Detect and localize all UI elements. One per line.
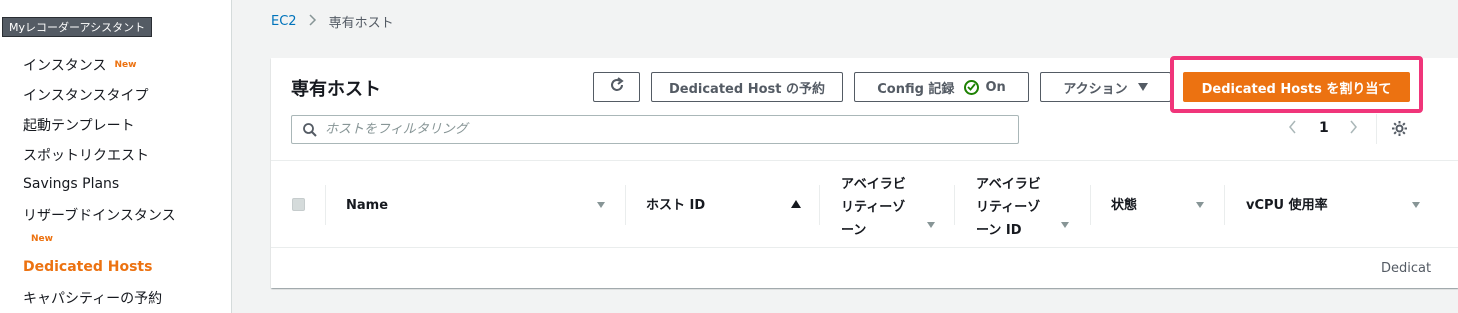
allocate-dedicated-hosts-button[interactable]: Dedicated Hosts を割り当て — [1183, 72, 1410, 102]
next-page-button[interactable] — [1349, 120, 1358, 138]
sidebar-item-label: インスタンス — [23, 58, 107, 74]
column-header-availability-zone[interactable]: アベイラビリティーゾーン — [841, 173, 915, 242]
prev-page-button[interactable] — [1288, 120, 1297, 138]
column-header-availability-zone-id[interactable]: アベイラビリティーゾーン ID — [976, 173, 1050, 242]
sidebar-item-instances[interactable]: インスタンス New — [23, 55, 136, 75]
search-input[interactable] — [325, 122, 1005, 137]
column-header-host-id[interactable]: ホスト ID — [646, 194, 705, 217]
settings-gear-icon[interactable] — [1391, 120, 1408, 141]
column-divider — [625, 185, 626, 225]
recorder-assistant-tooltip: Myレコーダーアシスタント — [2, 17, 153, 37]
sidebar-nav: インスタンス New インスタンスタイプ 起動テンプレート スポットリクエスト S… — [0, 0, 232, 313]
refresh-icon — [608, 76, 626, 98]
column-divider — [1224, 185, 1225, 225]
breadcrumb-current: 専有ホスト — [328, 16, 394, 31]
breadcrumb: EC2 専有ホスト — [271, 12, 394, 31]
actions-dropdown[interactable]: アクション — [1040, 72, 1171, 102]
sort-caret-icon[interactable] — [597, 202, 605, 208]
caret-down-icon — [1137, 83, 1148, 91]
column-divider — [1090, 185, 1091, 225]
sidebar-item-capacity-reservations[interactable]: キャパシティーの予約 — [23, 288, 162, 308]
current-page[interactable]: 1 — [1319, 120, 1329, 136]
sort-caret-icon[interactable] — [1061, 222, 1069, 228]
column-divider — [325, 185, 326, 225]
column-header-state[interactable]: 状態 — [1111, 194, 1137, 217]
new-badge: New — [31, 234, 53, 244]
breadcrumb-ec2-link[interactable]: EC2 — [271, 14, 297, 29]
refresh-button[interactable] — [593, 72, 640, 102]
column-divider — [819, 185, 820, 225]
host-filter-search[interactable] — [291, 115, 1019, 144]
sidebar-item-label: スポットリクエスト — [23, 148, 149, 164]
sidebar-item-spot-requests[interactable]: スポットリクエスト — [23, 145, 149, 165]
column-header-vcpu-usage[interactable]: vCPU 使用率 — [1246, 194, 1328, 217]
sort-caret-icon[interactable] — [1196, 202, 1204, 208]
pager-divider — [1376, 114, 1377, 144]
column-divider — [954, 185, 955, 225]
sidebar-item-label: 起動テンプレート — [23, 118, 135, 134]
column-header-name[interactable]: Name — [346, 194, 388, 217]
sort-caret-icon[interactable] — [1412, 202, 1420, 208]
config-label: Config 記録 — [877, 81, 955, 97]
sidebar-item-launch-templates[interactable]: 起動テンプレート — [23, 115, 135, 135]
sidebar-item-label: キャパシティーの予約 — [23, 291, 163, 307]
table-header: Name ホスト ID アベイラビリティーゾーン アベイラビリティーゾーン ID… — [271, 160, 1458, 248]
sidebar-item-dedicated-hosts[interactable]: Dedicated Hosts — [23, 259, 152, 275]
sidebar-item-label: Savings Plans — [23, 176, 120, 192]
sidebar-item-label: Dedicated Hosts — [23, 259, 153, 275]
table-row-partial-text: Dedicat — [1381, 261, 1432, 276]
actions-label: アクション — [1063, 81, 1128, 97]
check-circle-icon — [964, 79, 980, 95]
sort-caret-icon[interactable] — [927, 222, 935, 228]
sidebar-item-label: リザーブドインスタンス — [23, 208, 176, 224]
sidebar-item-savings-plans[interactable]: Savings Plans — [23, 176, 119, 192]
sidebar-item-label: インスタンスタイプ — [23, 88, 149, 104]
sort-ascending-icon[interactable] — [791, 200, 801, 208]
config-record-button[interactable]: Config 記録 On — [854, 72, 1029, 102]
page-title: 専有ホスト — [291, 79, 381, 100]
sidebar-item-instance-types[interactable]: インスタンスタイプ — [23, 85, 148, 105]
config-state: On — [985, 79, 1006, 95]
reserve-dedicated-host-button[interactable]: Dedicated Host の予約 — [651, 72, 843, 102]
dedicated-hosts-panel: 専有ホスト Dedicated Host の予約 Config 記録 On アク… — [271, 56, 1458, 288]
new-badge-row: New — [31, 232, 53, 248]
sidebar-item-reserved-instances[interactable]: リザーブドインスタンス — [23, 205, 176, 225]
search-icon — [303, 122, 317, 137]
chevron-right-icon — [309, 13, 317, 30]
new-badge: New — [114, 60, 137, 70]
select-all-checkbox[interactable] — [292, 198, 305, 211]
